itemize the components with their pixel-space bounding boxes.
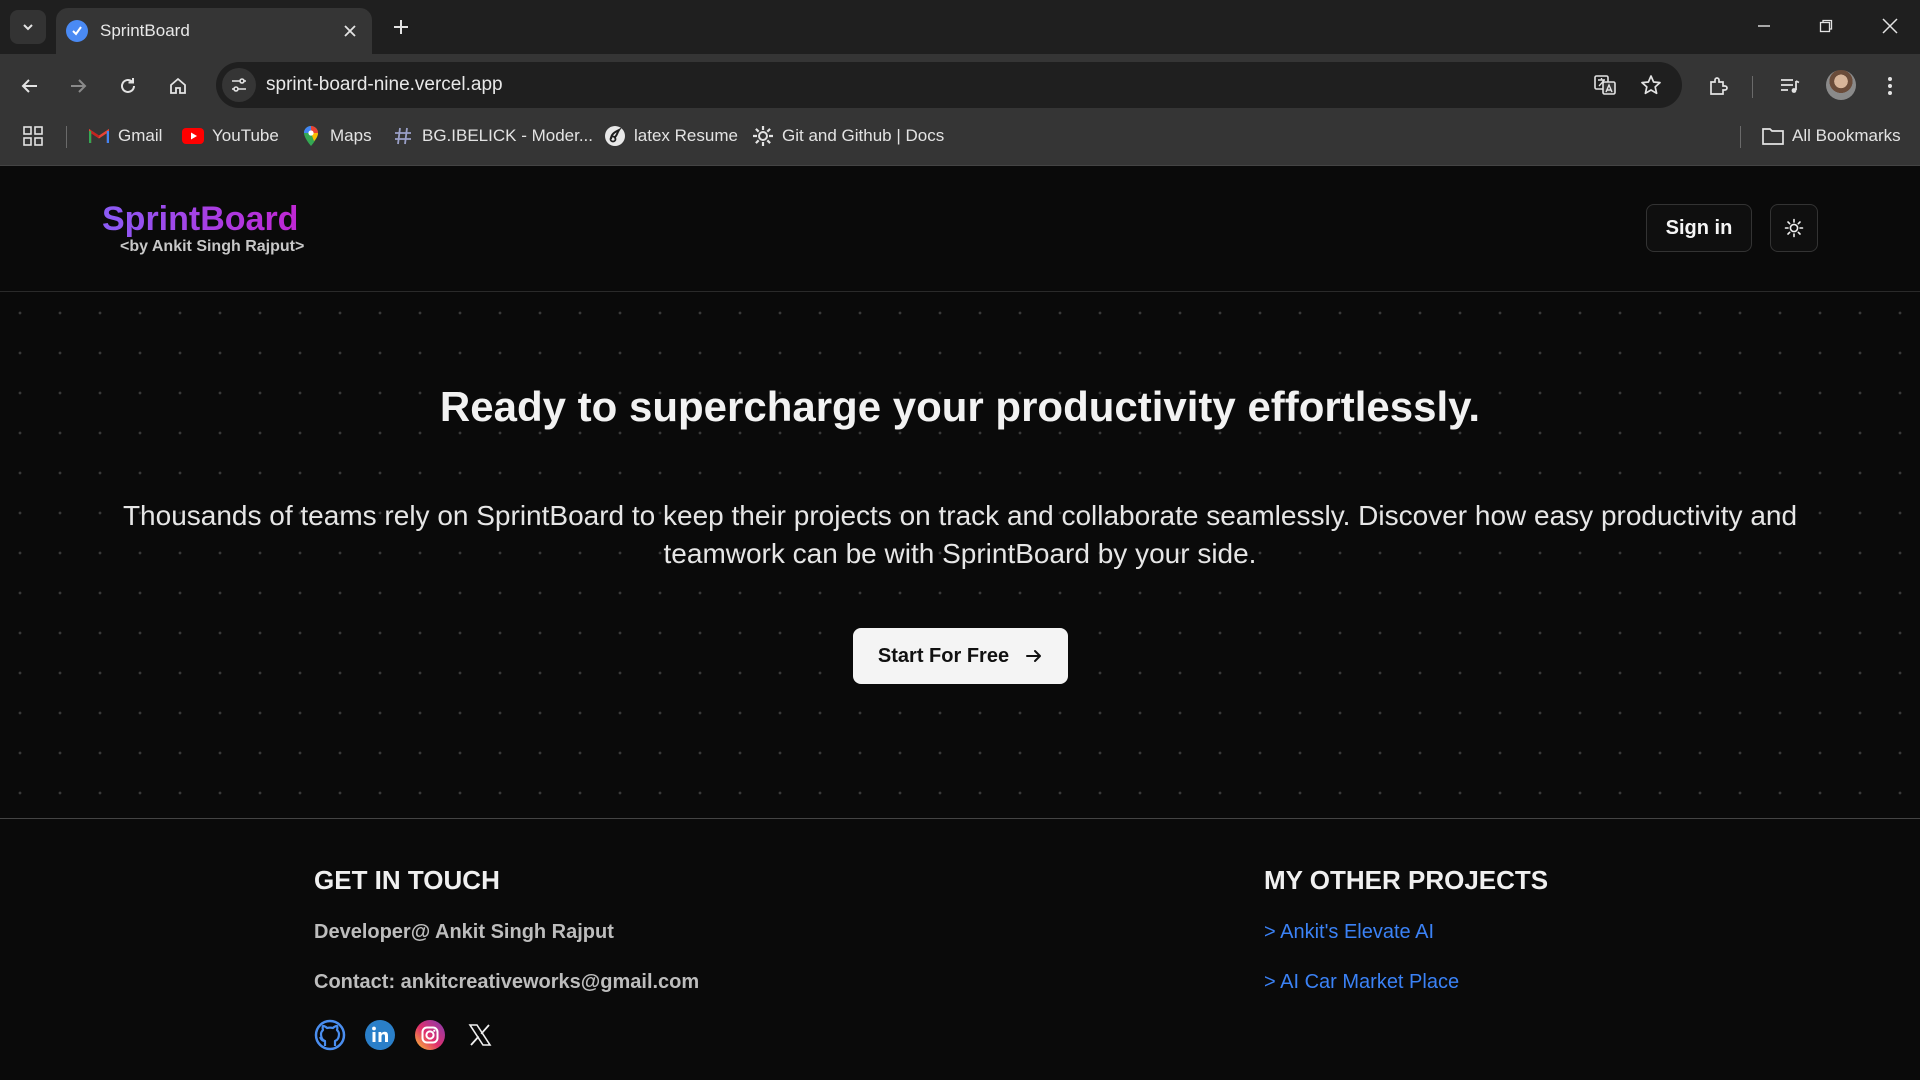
bookmark-maps[interactable]: Maps — [300, 118, 372, 154]
address-bar[interactable]: sprint-board-nine.vercel.app — [216, 62, 1682, 108]
maps-icon — [300, 125, 322, 147]
sprintboard-favicon-icon — [66, 20, 88, 42]
linkedin-icon[interactable] — [364, 1019, 396, 1051]
theme-toggle-button[interactable] — [1770, 204, 1818, 252]
bookmark-bg-ibelick[interactable]: BG.IBELICK - Moder... — [392, 118, 593, 154]
gmail-icon — [88, 125, 110, 147]
media-controls-icon[interactable] — [1772, 68, 1808, 104]
bookmark-git-github-docs[interactable]: Git and Github | Docs — [752, 118, 944, 154]
extensions-icon[interactable] — [1700, 68, 1736, 104]
bookmark-separator — [66, 126, 67, 148]
new-tab-icon[interactable] — [386, 12, 416, 42]
other-projects-heading: MY OTHER PROJECTS — [1264, 865, 1549, 895]
bookmark-label: Git and Github | Docs — [782, 126, 945, 145]
arrow-right-icon — [1025, 647, 1043, 665]
site-header: SprintBoard <by Ankit Singh Rajput> Sign… — [0, 166, 1920, 292]
gear-icon — [752, 125, 774, 147]
hero-title: Ready to supercharge your productivity e… — [439, 383, 1481, 430]
page-content: SprintBoard <by Ankit Singh Rajput> Sign… — [0, 166, 1920, 1080]
bookmark-label: BG.IBELICK - Moder... — [422, 126, 594, 145]
hero-section: Ready to supercharge your productivity e… — [0, 293, 1920, 818]
toolbar-separator — [1752, 76, 1753, 98]
site-logo[interactable]: SprintBoard — [102, 200, 298, 239]
bookmark-label: Gmail — [118, 126, 163, 145]
menu-kebab-icon[interactable] — [1872, 68, 1908, 104]
site-footer: GET IN TOUCH Developer@ Ankit Singh Rajp… — [0, 818, 1920, 1080]
site-info-icon[interactable] — [222, 68, 256, 102]
github-icon[interactable] — [314, 1019, 346, 1051]
hero-description: Thousands of teams rely on SprintBoard t… — [122, 500, 1798, 569]
chevron-down-icon — [23, 24, 33, 31]
sun-icon — [1784, 218, 1804, 238]
minimize-icon[interactable] — [1744, 8, 1784, 44]
all-bookmarks-label: All Bookmarks — [1792, 126, 1901, 145]
youtube-icon — [182, 125, 204, 147]
restore-icon[interactable] — [1806, 8, 1846, 44]
all-bookmarks-button[interactable]: All Bookmarks — [1762, 118, 1901, 154]
instagram-icon[interactable] — [414, 1019, 446, 1051]
bookmark-label: latex Resume — [634, 126, 738, 145]
back-arrow-icon[interactable] — [12, 68, 48, 104]
bookmark-separator — [1740, 126, 1741, 148]
project-link-elevate-ai[interactable]: > Ankit's Elevate AI — [1264, 921, 1434, 944]
close-tab-icon[interactable] — [336, 17, 364, 45]
close-window-icon[interactable] — [1870, 8, 1910, 44]
forward-arrow-icon[interactable] — [60, 68, 96, 104]
bookmarks-bar: Gmail YouTube Maps BG.IBELICK - Moder...… — [0, 118, 1920, 166]
bookmark-latex-resume[interactable]: latex Resume — [604, 118, 738, 154]
apps-grid-icon[interactable] — [22, 118, 44, 154]
start-for-free-button[interactable]: Start For Free — [853, 628, 1068, 684]
project-link-ai-car-market[interactable]: > AI Car Market Place — [1264, 971, 1459, 994]
home-icon[interactable] — [160, 68, 196, 104]
sign-in-button[interactable]: Sign in — [1646, 204, 1752, 252]
x-icon[interactable] — [464, 1019, 496, 1051]
developer-text: Developer@ Ankit Singh Rajput — [314, 921, 614, 943]
browser-tab-bar: SprintBoard — [0, 0, 1920, 54]
cta-label: Start For Free — [877, 644, 1010, 667]
bookmark-gmail[interactable]: Gmail — [88, 118, 162, 154]
browser-tab[interactable]: SprintBoard — [56, 8, 372, 54]
contact-email[interactable]: Contact: ankitcreativeworks@gmail.com — [314, 971, 699, 994]
url-text[interactable]: sprint-board-nine.vercel.app — [266, 62, 503, 108]
profile-avatar[interactable] — [1826, 70, 1856, 100]
reload-icon[interactable] — [110, 68, 146, 104]
get-in-touch-heading: GET IN TOUCH — [314, 865, 500, 895]
browser-toolbar: sprint-board-nine.vercel.app — [0, 54, 1920, 118]
folder-icon — [1762, 125, 1784, 147]
hash-icon — [392, 125, 414, 147]
bookmark-label: Maps — [330, 126, 372, 145]
bookmark-star-icon[interactable] — [1636, 70, 1666, 100]
bookmark-label: YouTube — [212, 126, 279, 145]
logo-subtitle: <by Ankit Singh Rajput> — [120, 238, 305, 255]
tab-title: SprintBoard — [100, 21, 190, 40]
bookmark-youtube[interactable]: YouTube — [182, 118, 279, 154]
tab-search-button[interactable] — [10, 10, 46, 44]
overleaf-icon — [604, 125, 626, 147]
translate-icon[interactable] — [1590, 70, 1620, 100]
